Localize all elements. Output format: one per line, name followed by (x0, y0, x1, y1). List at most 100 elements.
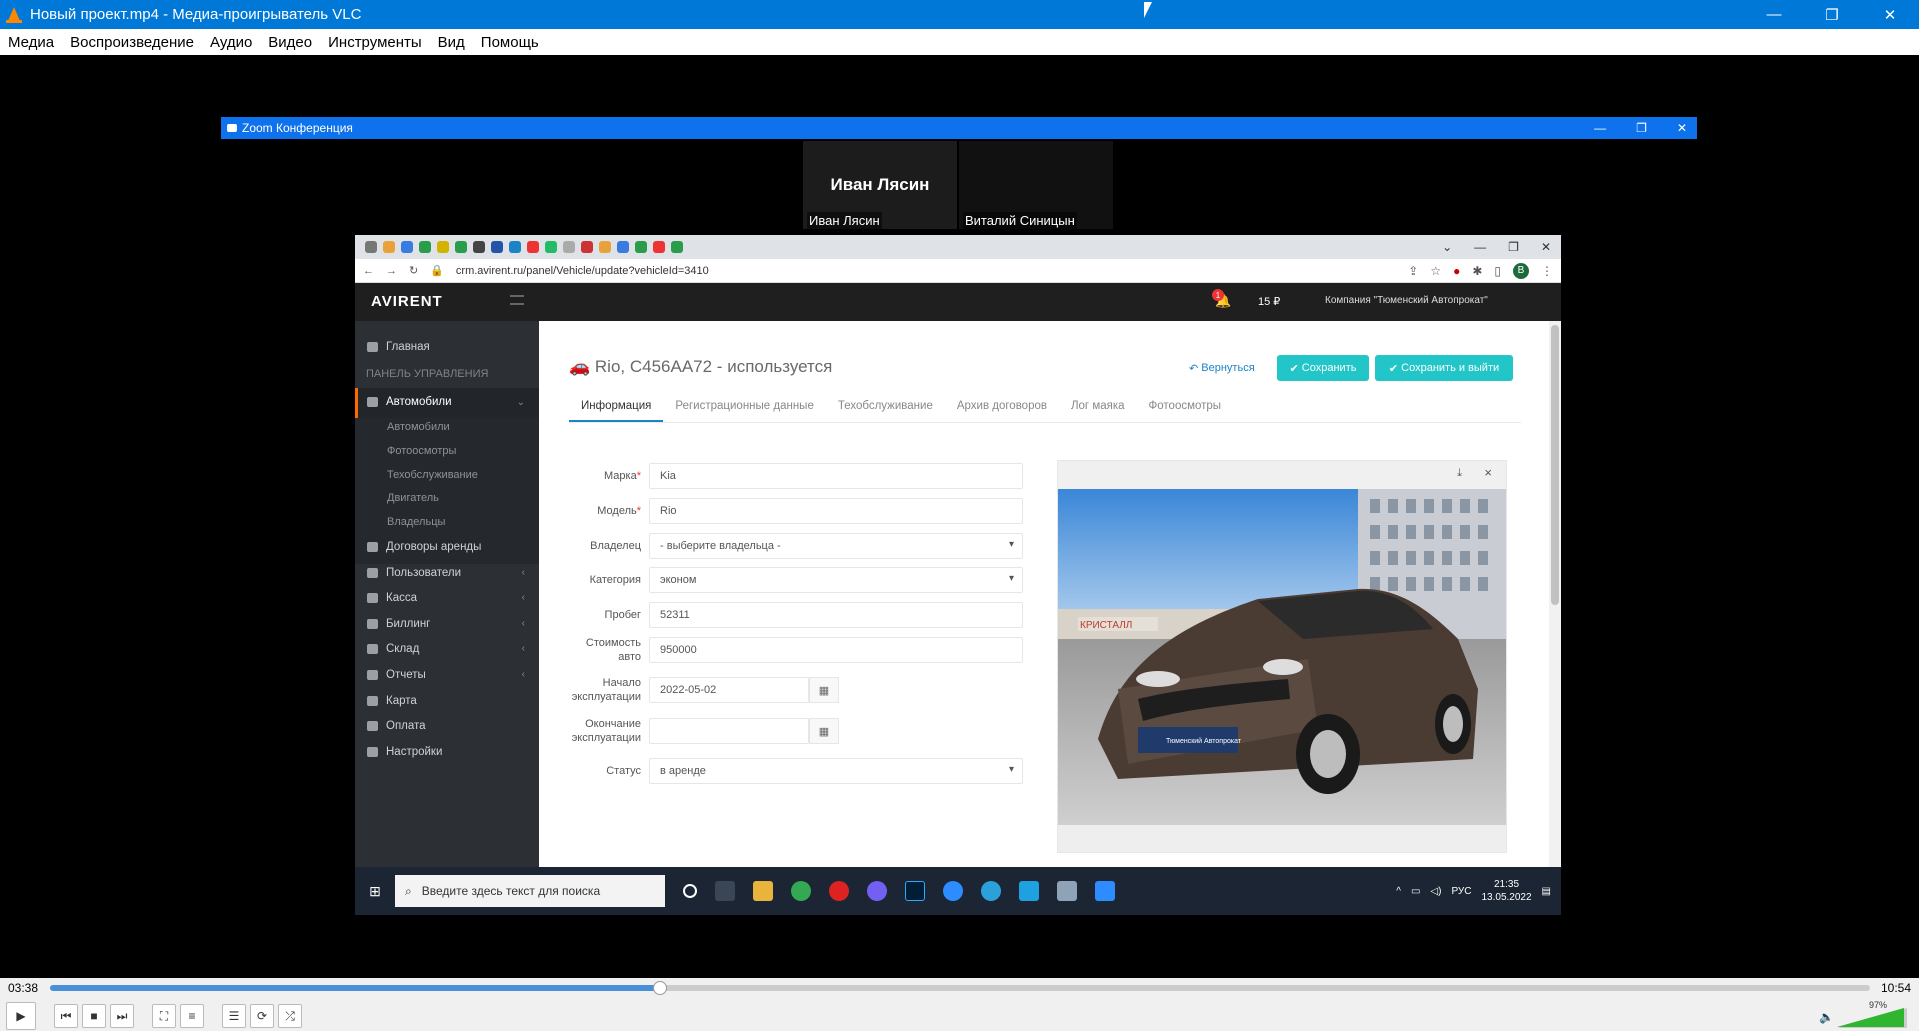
tab-info[interactable]: Информация (569, 393, 664, 422)
menu-help[interactable]: Помощь (473, 34, 547, 51)
next-button[interactable]: ⏭ (110, 1004, 134, 1028)
calendar-icon[interactable]: ▦ (809, 718, 839, 744)
profile-avatar[interactable]: B (1513, 262, 1529, 279)
calendar-icon[interactable]: ▦ (809, 677, 839, 703)
browser-close-icon[interactable]: ✕ (1541, 240, 1551, 254)
scrollbar-thumb[interactable] (1551, 325, 1559, 605)
sidebar-item-payment[interactable]: Оплата (367, 720, 426, 732)
tab-search-icon[interactable]: ⌄ (1442, 240, 1452, 254)
windows-start-icon[interactable]: ⊞ (355, 883, 395, 900)
teamviewer-icon[interactable] (943, 881, 963, 901)
volume-icon[interactable]: ◁) (1430, 886, 1441, 897)
opera-icon[interactable] (829, 881, 849, 901)
back-button[interactable]: ↶ Вернуться (1181, 355, 1263, 381)
browser-maximize-icon[interactable]: ❐ (1508, 240, 1519, 254)
menu-view[interactable]: Вид (430, 34, 473, 51)
balance[interactable]: 15 ₽ (1258, 295, 1280, 308)
hamburger-icon[interactable] (510, 295, 524, 305)
menu-audio[interactable]: Аудио (202, 34, 260, 51)
sidebar-item-cars[interactable]: Автомобили (367, 396, 452, 408)
save-and-exit-button[interactable]: ✔ Сохранить и выйти (1375, 355, 1513, 381)
seek-handle[interactable] (652, 981, 667, 995)
tab-photos[interactable]: Фотоосмотры (1137, 393, 1234, 422)
url-text[interactable]: crm.avirent.ru/panel/Vehicle/update?vehi… (456, 265, 709, 277)
mileage-field[interactable]: 52311 (649, 602, 1023, 628)
clock[interactable]: 21:35 13.05.2022 (1481, 878, 1531, 904)
notifications-icon[interactable]: ▤ (1542, 886, 1551, 897)
calculator-icon[interactable] (1057, 881, 1077, 901)
company-menu[interactable]: Компания "Тюменский Автопрокат" (1325, 295, 1488, 306)
page-scrollbar[interactable] (1549, 321, 1561, 867)
close-button[interactable]: ✕ (1861, 0, 1919, 29)
share-icon[interactable]: ⇪ (1408, 264, 1418, 278)
reload-icon[interactable]: ↻ (409, 264, 418, 277)
save-button[interactable]: ✔ Сохранить (1277, 355, 1369, 381)
sidebar-subitem-cars[interactable]: Автомобили (387, 421, 450, 433)
volume-control[interactable]: 🔈 97% (1819, 1000, 1909, 1028)
video-area[interactable]: Zoom Конференция — ❐ ✕ Иван Лясин Иван Л… (0, 55, 1919, 978)
sidebar-item-reports[interactable]: Отчеты (367, 669, 426, 681)
sidebar-item-billing[interactable]: Биллинг (367, 618, 430, 630)
task-view-icon[interactable] (715, 881, 735, 901)
star-icon[interactable]: ☆ (1430, 264, 1441, 278)
forward-arrow-icon[interactable]: → (386, 265, 397, 277)
status-select[interactable]: в аренде (649, 758, 1023, 784)
loop-button[interactable]: ⟳ (250, 1004, 274, 1028)
chrome-icon[interactable] (791, 881, 811, 901)
chevron-up-icon[interactable]: ^ (1396, 886, 1401, 897)
minimize-button[interactable]: — (1745, 0, 1803, 29)
menu-video[interactable]: Видео (260, 34, 320, 51)
network-icon[interactable]: ▭ (1411, 886, 1420, 897)
sidebar-item-cash[interactable]: Касса (367, 592, 417, 604)
sidebar-item-contracts[interactable]: Договоры аренды (367, 541, 481, 553)
browser-minimize-icon[interactable]: — (1474, 240, 1486, 254)
cost-field[interactable]: 950000 (649, 637, 1023, 663)
kebab-menu-icon[interactable]: ⋮ (1541, 264, 1553, 278)
stop-button[interactable]: ■ (82, 1004, 106, 1028)
sidebar-item-warehouse[interactable]: Склад (367, 643, 419, 655)
menu-playback[interactable]: Воспроизведение (62, 34, 202, 51)
extension-icon[interactable]: ● (1453, 264, 1460, 278)
language-indicator[interactable]: РУС (1451, 886, 1471, 897)
play-button[interactable]: ▶ (6, 1002, 36, 1030)
telegram-icon[interactable] (981, 881, 1001, 901)
sidepanel-icon[interactable]: ▯ (1494, 264, 1501, 278)
sidebar-item-map[interactable]: Карта (367, 695, 417, 707)
seek-bar[interactable] (50, 981, 1870, 995)
speaker-icon[interactable]: 🔈 (1819, 1010, 1834, 1024)
elapsed-time[interactable]: 03:38 (8, 981, 38, 995)
model-field[interactable]: Rio (649, 498, 1023, 524)
viber-icon[interactable] (867, 881, 887, 901)
download-icon[interactable]: ⤓ (1457, 467, 1462, 480)
photoshop-icon[interactable] (905, 881, 925, 901)
playlist-button[interactable]: ☰ (222, 1004, 246, 1028)
total-time[interactable]: 10:54 (1881, 981, 1911, 995)
back-arrow-icon[interactable]: ← (363, 265, 374, 277)
previous-button[interactable]: ⏮ (54, 1004, 78, 1028)
start-date-field[interactable]: 2022-05-02 (649, 677, 809, 703)
tab-service[interactable]: Техобслуживание (826, 393, 945, 422)
sidebar-subitem-service[interactable]: Техобслуживание (387, 469, 478, 481)
sidebar-subitem-engine[interactable]: Двигатель (387, 492, 439, 504)
tab-beacon-log[interactable]: Лог маяка (1059, 393, 1137, 422)
menu-media[interactable]: Медиа (0, 34, 62, 51)
tab-registration[interactable]: Регистрационные данные (663, 393, 825, 422)
taskbar-search[interactable]: ⌕ Введите здесь текст для поиска (395, 875, 665, 907)
shuffle-button[interactable]: ⤮ (278, 1004, 302, 1028)
end-date-field[interactable] (649, 718, 809, 744)
crm-logo[interactable]: AVIRENT (371, 293, 443, 310)
cortana-icon[interactable] (683, 884, 697, 898)
owner-select[interactable]: - выберите владельца - (649, 533, 1023, 559)
tab-archive[interactable]: Архив договоров (945, 393, 1059, 422)
close-icon[interactable]: × (1484, 465, 1492, 480)
menu-tools[interactable]: Инструменты (320, 34, 430, 51)
maximize-button[interactable]: ❐ (1803, 0, 1861, 29)
sidebar-item-home[interactable]: Главная (367, 341, 430, 353)
category-select[interactable]: эконом (649, 567, 1023, 593)
sidebar-item-settings[interactable]: Настройки (367, 746, 442, 758)
fullscreen-button[interactable]: ⛶ (152, 1004, 176, 1028)
puzzle-icon[interactable]: ✱ (1472, 264, 1482, 278)
brand-field[interactable]: Kia (649, 463, 1023, 489)
zoom-icon[interactable] (1095, 881, 1115, 901)
edge-icon[interactable] (1019, 881, 1039, 901)
